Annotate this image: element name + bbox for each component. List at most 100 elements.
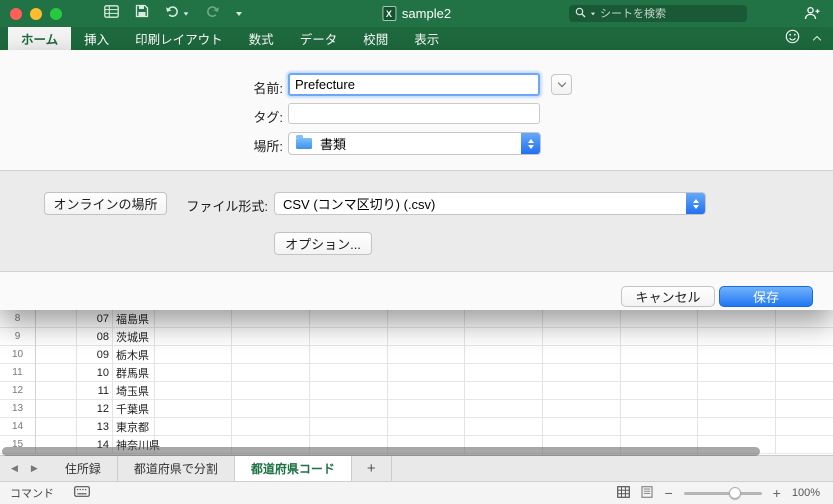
row-number-cell[interactable]: 8 <box>0 310 36 328</box>
cell[interactable] <box>36 400 77 418</box>
pref-name-cell[interactable]: 千葉県 <box>113 400 155 418</box>
search-input[interactable] <box>600 7 742 20</box>
file-format-select[interactable]: CSV (コンマ区切り) (.csv) <box>274 192 706 215</box>
cell[interactable] <box>465 328 543 346</box>
cell[interactable] <box>776 364 833 382</box>
ribbon-tab[interactable]: 挿入 <box>71 27 122 50</box>
cell[interactable] <box>776 346 833 364</box>
pref-code-cell[interactable]: 09 <box>77 346 113 364</box>
location-select[interactable]: 書類 <box>288 132 541 155</box>
ribbon-tab[interactable]: 表示 <box>401 27 452 50</box>
sheet-tab[interactable]: 住所録 <box>49 456 118 481</box>
row-number-cell[interactable]: 9 <box>0 328 36 346</box>
cell[interactable] <box>36 328 77 346</box>
pref-name-cell[interactable]: 東京都 <box>113 418 155 436</box>
cell[interactable] <box>698 328 776 346</box>
cell[interactable] <box>155 310 232 328</box>
cell[interactable] <box>465 418 543 436</box>
sheet-search-box[interactable] <box>569 5 747 22</box>
cancel-button[interactable]: キャンセル <box>621 286 715 307</box>
cell[interactable] <box>310 328 388 346</box>
save-button[interactable]: 保存 <box>719 286 813 307</box>
minimize-button[interactable] <box>30 7 42 20</box>
row-number-cell[interactable]: 14 <box>0 418 36 436</box>
close-button[interactable] <box>10 7 22 20</box>
pref-code-cell[interactable]: 13 <box>77 418 113 436</box>
cell[interactable] <box>155 418 232 436</box>
ribbon-tab[interactable]: ホーム <box>8 27 72 50</box>
pref-code-cell[interactable]: 12 <box>77 400 113 418</box>
cell[interactable] <box>621 382 698 400</box>
cell[interactable] <box>698 418 776 436</box>
add-sheet-button[interactable]: + <box>352 456 392 481</box>
cell[interactable] <box>543 310 621 328</box>
cell[interactable] <box>776 400 833 418</box>
cell[interactable] <box>621 328 698 346</box>
ribbon-tab[interactable]: 印刷レイアウト <box>122 27 236 50</box>
cell[interactable] <box>621 400 698 418</box>
cell[interactable] <box>388 346 465 364</box>
feedback-smiley-button[interactable] <box>785 29 800 49</box>
cell[interactable] <box>310 310 388 328</box>
cell[interactable] <box>543 382 621 400</box>
cell[interactable] <box>543 400 621 418</box>
cell[interactable] <box>698 382 776 400</box>
cell[interactable] <box>232 382 310 400</box>
cell[interactable] <box>698 364 776 382</box>
cell[interactable] <box>155 364 232 382</box>
cell[interactable] <box>388 364 465 382</box>
cell[interactable] <box>698 400 776 418</box>
cell[interactable] <box>155 400 232 418</box>
cell[interactable] <box>36 364 77 382</box>
cell[interactable] <box>543 346 621 364</box>
row-number-cell[interactable]: 12 <box>0 382 36 400</box>
cell[interactable] <box>465 364 543 382</box>
cell[interactable] <box>232 328 310 346</box>
sheet-tab[interactable]: 都道府県で分割 <box>118 456 235 481</box>
cell[interactable] <box>543 418 621 436</box>
cell[interactable] <box>776 328 833 346</box>
cell[interactable] <box>776 418 833 436</box>
cell[interactable] <box>388 310 465 328</box>
cell[interactable] <box>465 310 543 328</box>
row-number-cell[interactable]: 13 <box>0 400 36 418</box>
pref-code-cell[interactable]: 08 <box>77 328 113 346</box>
pref-name-cell[interactable]: 茨城県 <box>113 328 155 346</box>
cell[interactable] <box>310 346 388 364</box>
undo-button[interactable] <box>165 5 189 23</box>
cell[interactable] <box>155 382 232 400</box>
ribbon-tab[interactable]: 校閲 <box>350 27 401 50</box>
expand-dialog-button[interactable] <box>551 74 572 95</box>
pref-name-cell[interactable]: 埼玉県 <box>113 382 155 400</box>
cell[interactable] <box>776 310 833 328</box>
cell[interactable] <box>232 400 310 418</box>
pref-name-cell[interactable]: 群馬県 <box>113 364 155 382</box>
save-quick-button[interactable] <box>135 4 149 23</box>
tags-input[interactable] <box>288 103 540 124</box>
cell[interactable] <box>155 346 232 364</box>
row-number-cell[interactable]: 11 <box>0 364 36 382</box>
cell[interactable] <box>465 400 543 418</box>
zoom-slider[interactable] <box>683 486 762 499</box>
cell[interactable] <box>465 346 543 364</box>
pref-code-cell[interactable]: 07 <box>77 310 113 328</box>
zoom-in-button[interactable]: + <box>773 486 781 500</box>
cell[interactable] <box>698 310 776 328</box>
horizontal-scrollbar-thumb[interactable] <box>2 447 760 456</box>
zoom-slider-knob[interactable] <box>728 486 741 499</box>
cell[interactable] <box>232 364 310 382</box>
share-people-button[interactable] <box>804 6 821 26</box>
cell[interactable] <box>155 328 232 346</box>
ribbon-tab[interactable]: データ <box>287 27 351 50</box>
cell[interactable] <box>232 418 310 436</box>
collapse-ribbon-button[interactable] <box>812 30 822 48</box>
cell[interactable] <box>621 346 698 364</box>
ribbon-tab[interactable]: 数式 <box>236 27 287 50</box>
cell[interactable] <box>36 418 77 436</box>
cell[interactable] <box>388 400 465 418</box>
page-layout-view-button[interactable] <box>641 485 654 501</box>
cell[interactable] <box>36 382 77 400</box>
cell[interactable] <box>388 382 465 400</box>
zoom-out-button[interactable]: − <box>664 486 672 500</box>
cell[interactable] <box>36 310 77 328</box>
